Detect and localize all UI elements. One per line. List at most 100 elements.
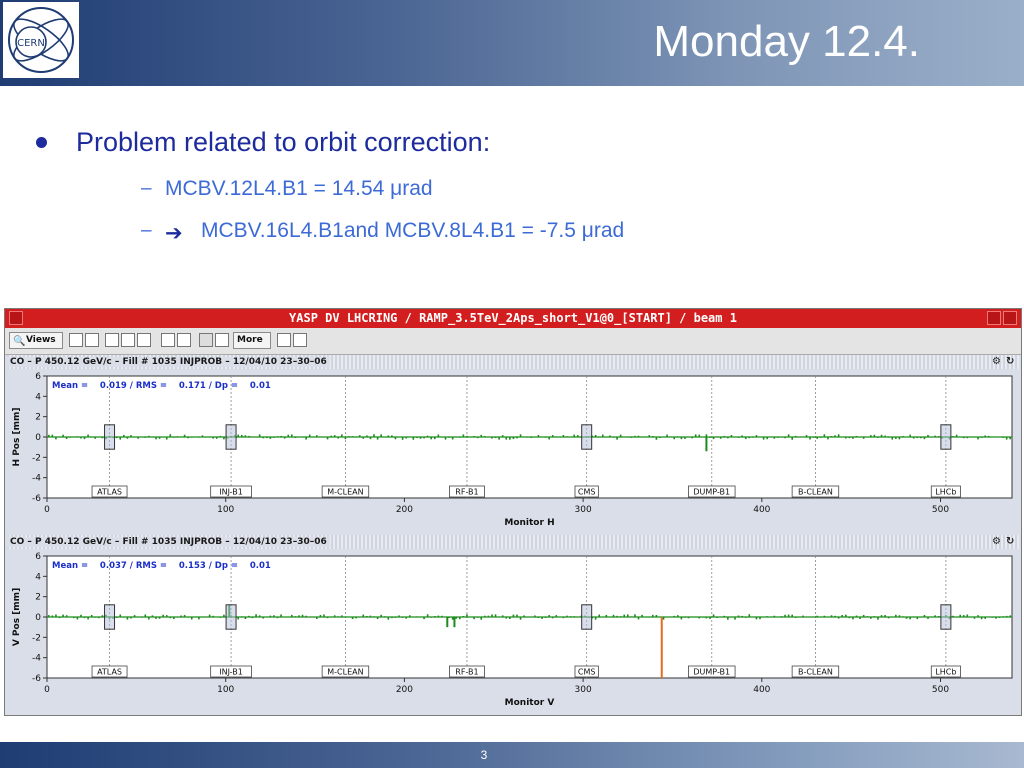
sub-item-text: MCBV.12L4.B1 = 14.54 μrad (165, 177, 433, 200)
print-icon[interactable] (293, 333, 307, 347)
marker-label: INJ-B1 (219, 488, 243, 497)
app-titlebar: YASP DV LHCRING / RAMP_3.5TeV_2Aps_short… (5, 309, 1021, 328)
y-axis-label: V Pos [mm] (12, 588, 22, 646)
marker-label: LHCb (935, 488, 956, 497)
x-tick-label: 0 (44, 505, 50, 515)
ip-box (225, 604, 237, 630)
x-tick-label: 100 (217, 685, 234, 695)
marker-label: ATLAS (97, 488, 122, 497)
x-tick-label: 100 (217, 505, 234, 515)
page-number: 3 (480, 748, 488, 762)
grid-icon[interactable] (137, 333, 151, 347)
y-tick-label: 0 (35, 613, 41, 623)
yasp-app-window: YASP DV LHCRING / RAMP_3.5TeV_2Aps_short… (4, 308, 1022, 716)
window-maximize-button[interactable] (987, 311, 1001, 325)
panel-refresh-icon[interactable]: ↻ (1006, 536, 1017, 547)
y-axis-label: H Pos [mm] (12, 408, 22, 467)
x-tick-label: 500 (932, 505, 949, 515)
y-tick-label: 2 (35, 593, 41, 603)
slide-footer: 3 (0, 742, 1024, 768)
ip-box (104, 424, 116, 450)
panel-header-text: CO – P 450.12 GeV/c – Fill # 1035 INJPRO… (7, 537, 330, 547)
settings-icon[interactable] (161, 333, 175, 347)
x-tick-label: 200 (396, 685, 413, 695)
y-tick-label: -2 (32, 453, 41, 463)
document-icon[interactable] (177, 333, 191, 347)
ip-box (225, 424, 237, 450)
cern-logo: CERN (3, 2, 79, 78)
app-title: YASP DV LHCRING / RAMP_3.5TeV_2Aps_short… (289, 311, 737, 325)
x-axis-label: Monitor H (504, 518, 554, 528)
y-tick-label: -6 (32, 674, 41, 684)
more-label: More (237, 335, 263, 345)
rows-icon[interactable] (121, 333, 135, 347)
bullet-main-text: Problem related to orbit correction: (76, 127, 491, 157)
marker-label: M-CLEAN (327, 668, 363, 677)
stats-label: Mean = 0.037 / RMS = 0.153 / Dp = 0.01 (52, 561, 271, 571)
columns-icon[interactable] (105, 333, 119, 347)
x-tick-label: 0 (44, 685, 50, 695)
bullet-dot (36, 137, 47, 148)
chart-monitor-h: 6420-2-4-60 100 200 300 400 500H Pos [mm]Moni… (7, 370, 1019, 532)
stats-label: Mean = 0.019 / RMS = 0.171 / Dp = 0.01 (52, 381, 271, 391)
marker-label: B-CLEAN (798, 488, 833, 497)
x-tick-label: 200 (396, 505, 413, 515)
chart-monitor-v: 6420-2-4-60 100 200 300 400 500V Pos [mm]Moni… (7, 550, 1019, 712)
app-toolbar: 🔍 Views More (5, 328, 1021, 355)
ip-box (104, 604, 116, 630)
x-axis-label: Monitor V (505, 698, 555, 708)
ip-box (940, 424, 952, 450)
panel-header: CO – P 450.12 GeV/c – Fill # 1035 INJPRO… (7, 355, 1019, 369)
x-tick-label: 300 (575, 685, 592, 695)
marker-label: LHCb (935, 668, 956, 677)
y-tick-label: 6 (35, 372, 41, 382)
marker-label: B-CLEAN (798, 668, 833, 677)
ip-box (940, 604, 952, 630)
marker-label: M-CLEAN (327, 488, 363, 497)
slide-title: Monday 12.4. (653, 17, 920, 66)
panel-config-icon[interactable]: ⚙ (992, 536, 1003, 547)
marker-label: RF-B1 (455, 668, 478, 677)
panel-header-text: CO – P 450.12 GeV/c – Fill # 1035 INJPRO… (7, 357, 330, 367)
sub-item-text: MCBV.16L4.B1and MCBV.8L4.B1 = -7.5 μrad (201, 219, 625, 242)
ip-box (581, 424, 593, 450)
x-tick-label: 300 (575, 505, 592, 515)
y-tick-label: -4 (32, 474, 41, 484)
y-tick-label: 6 (35, 552, 41, 562)
slide-header: CERN Monday 12.4. (0, 0, 1024, 86)
views-label: Views (26, 335, 56, 345)
magnifier-icon: 🔍 (13, 336, 26, 347)
arrow-right-icon: ➔ (165, 221, 183, 245)
views-button[interactable]: 🔍 Views (9, 332, 63, 349)
marker-label: DUMP-B1 (693, 488, 730, 497)
window-close-button[interactable] (1003, 311, 1017, 325)
y-tick-label: 0 (35, 433, 41, 443)
disabled-icon[interactable] (199, 333, 213, 347)
table-icon[interactable] (215, 333, 229, 347)
panel-refresh-icon[interactable]: ↻ (1006, 356, 1017, 367)
export-icon[interactable] (277, 333, 291, 347)
x-tick-label: 400 (753, 505, 770, 515)
y-tick-label: 4 (35, 572, 41, 582)
sub-item-dash: – (141, 178, 152, 199)
layout-split-icon[interactable] (85, 333, 99, 347)
more-button[interactable]: More (233, 332, 271, 349)
panel-config-icon[interactable]: ⚙ (992, 356, 1003, 367)
y-tick-label: -2 (32, 633, 41, 643)
window-menu-button[interactable] (9, 311, 23, 325)
marker-label: CMS (578, 668, 596, 677)
x-tick-label: 400 (753, 685, 770, 695)
marker-label: DUMP-B1 (693, 668, 730, 677)
layout-grid-icon[interactable] (69, 333, 83, 347)
y-tick-label: 4 (35, 392, 41, 402)
marker-label: INJ-B1 (219, 668, 243, 677)
x-tick-label: 500 (932, 685, 949, 695)
panel-header: CO – P 450.12 GeV/c – Fill # 1035 INJPRO… (7, 535, 1019, 549)
ip-box (581, 604, 593, 630)
y-tick-label: 2 (35, 413, 41, 423)
y-tick-label: -6 (32, 494, 41, 504)
logo-text: CERN (17, 38, 45, 49)
marker-label: CMS (578, 488, 596, 497)
marker-label: RF-B1 (455, 488, 478, 497)
sub-item-dash: – (141, 220, 152, 241)
